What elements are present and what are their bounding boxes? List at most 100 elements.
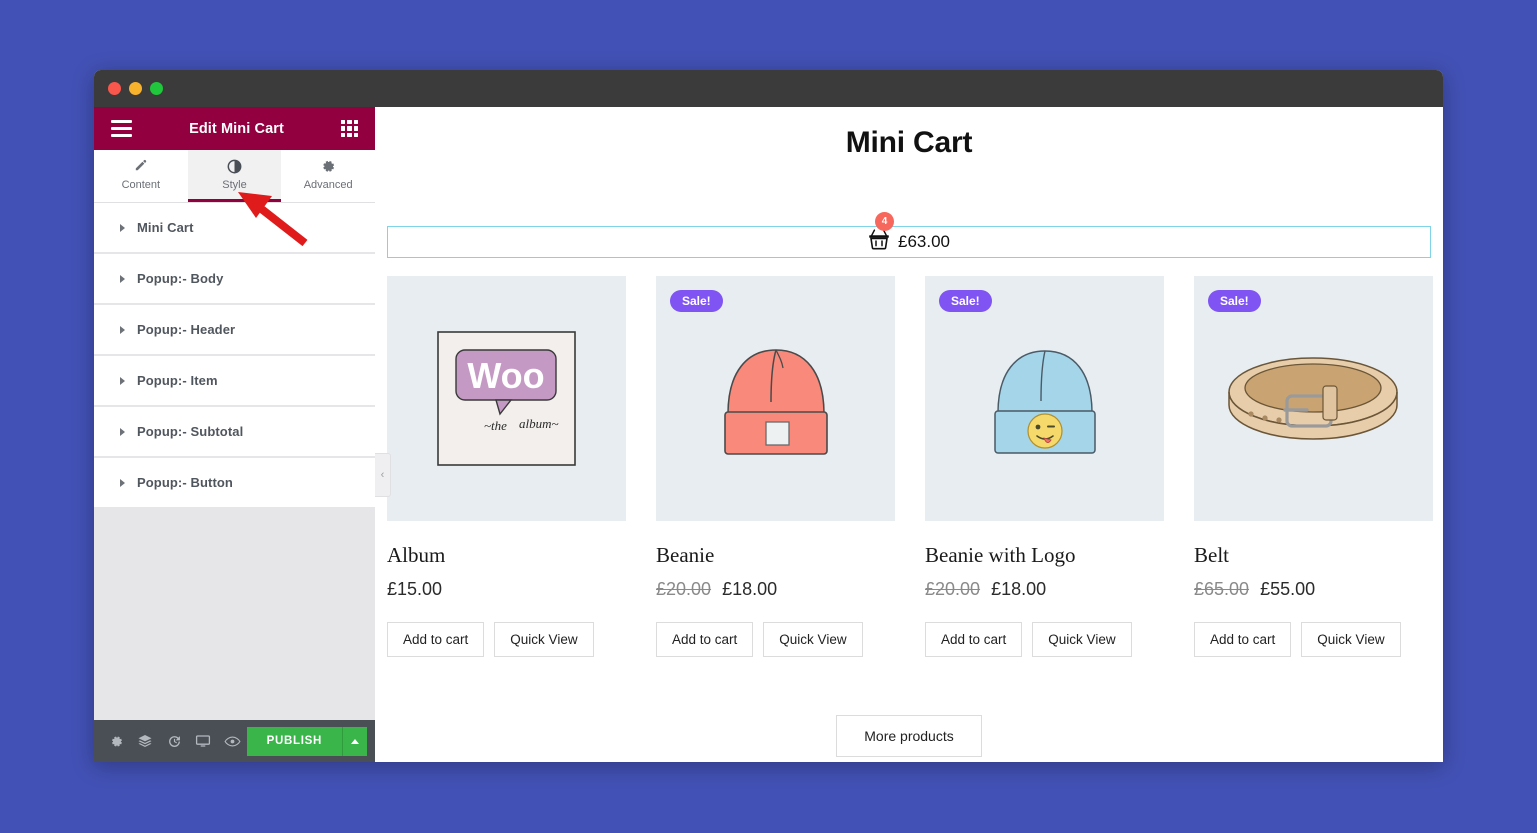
product-image[interactable]: Woo ~the album~ <box>387 276 626 521</box>
section-label: Popup:- Button <box>137 475 233 490</box>
grid-apps-icon[interactable] <box>341 120 358 137</box>
minimize-window-button[interactable] <box>129 82 142 95</box>
section-label: Popup:- Item <box>137 373 218 388</box>
section-popup-body[interactable]: Popup:- Body <box>94 254 375 304</box>
tab-advanced-label: Advanced <box>303 178 353 191</box>
publish-options-chevron-up-icon[interactable] <box>342 726 367 756</box>
section-mini-cart[interactable]: Mini Cart <box>94 203 375 253</box>
chevron-right-icon <box>120 223 125 232</box>
browser-window: Edit Mini Cart Content Style Advanced Mi… <box>94 70 1443 762</box>
cart-count-badge: 4 <box>875 212 894 231</box>
more-products-wrap: More products <box>375 715 1443 757</box>
quick-view-button[interactable]: Quick View <box>1032 622 1132 657</box>
history-icon[interactable] <box>160 720 189 762</box>
sale-badge: Sale! <box>939 290 992 312</box>
product-actions: Add to cart Quick View <box>1194 622 1433 657</box>
product-image[interactable]: Sale! <box>656 276 895 521</box>
product-card: Sale! Beanie £20.00 £18.00 Add to cart Q… <box>656 276 895 657</box>
editor-body: Edit Mini Cart Content Style Advanced Mi… <box>94 107 1443 762</box>
section-popup-item[interactable]: Popup:- Item <box>94 356 375 406</box>
tab-style[interactable]: Style <box>187 150 282 202</box>
maximize-window-button[interactable] <box>150 82 163 95</box>
tab-advanced[interactable]: Advanced <box>281 150 375 202</box>
section-label: Mini Cart <box>137 220 194 235</box>
add-to-cart-button[interactable]: Add to cart <box>1194 622 1292 657</box>
product-grid: Woo ~the album~ Album £15.00 Add to cart… <box>375 276 1443 657</box>
orange-beanie-icon <box>723 349 828 455</box>
price-current: £15.00 <box>387 579 443 599</box>
product-name[interactable]: Album <box>387 543 626 568</box>
product-card: Sale! Beanie with Logo £20.00 £18.00 Add… <box>925 276 1164 657</box>
price-current: £18.00 <box>991 579 1047 599</box>
window-titlebar <box>94 70 1443 107</box>
section-popup-subtotal[interactable]: Popup:- Subtotal <box>94 407 375 457</box>
close-window-button[interactable] <box>108 82 121 95</box>
sale-badge: Sale! <box>1208 290 1261 312</box>
svg-text:album~: album~ <box>519 416 559 431</box>
gear-icon <box>321 159 336 174</box>
price-original: £65.00 <box>1194 579 1250 599</box>
tab-content-label: Content <box>121 178 161 191</box>
responsive-desktop-icon[interactable] <box>189 720 218 762</box>
price-original: £20.00 <box>656 579 712 599</box>
sale-badge: Sale! <box>670 290 723 312</box>
svg-text:~the: ~the <box>484 418 507 433</box>
panel-collapse-handle[interactable]: ‹ <box>375 453 391 497</box>
add-to-cart-button[interactable]: Add to cart <box>925 622 1023 657</box>
preview-eye-icon[interactable] <box>218 720 247 762</box>
product-price: £65.00 £55.00 <box>1194 579 1433 600</box>
section-popup-header[interactable]: Popup:- Header <box>94 305 375 355</box>
mini-cart-widget[interactable]: 4 £63.00 <box>387 212 1431 258</box>
product-image[interactable]: Sale! <box>925 276 1164 521</box>
publish-button[interactable]: PUBLISH <box>246 726 342 756</box>
section-label: Popup:- Subtotal <box>137 424 244 439</box>
chevron-right-icon <box>120 478 125 487</box>
section-label: Popup:- Body <box>137 271 224 286</box>
chevron-right-icon <box>120 376 125 385</box>
quick-view-button[interactable]: Quick View <box>1301 622 1401 657</box>
chevron-right-icon <box>120 325 125 334</box>
product-card: Woo ~the album~ Album £15.00 Add to cart… <box>387 276 626 657</box>
add-to-cart-button[interactable]: Add to cart <box>656 622 754 657</box>
price-original: £20.00 <box>925 579 981 599</box>
add-to-cart-button[interactable]: Add to cart <box>387 622 485 657</box>
product-name[interactable]: Beanie with Logo <box>925 543 1164 568</box>
publish-group: PUBLISH <box>246 726 367 756</box>
page-title: Mini Cart <box>845 126 973 159</box>
mini-cart-inner: 4 £63.00 <box>868 212 950 255</box>
svg-text:Woo: Woo <box>467 355 544 396</box>
product-price: £20.00 £18.00 <box>656 579 895 600</box>
section-popup-button[interactable]: Popup:- Button <box>94 458 375 508</box>
hamburger-icon[interactable] <box>111 120 132 137</box>
half-circle-icon <box>227 159 242 174</box>
blue-beanie-with-emoji-logo-icon <box>993 350 1096 454</box>
panel-tabs: Content Style Advanced <box>94 150 375 203</box>
quick-view-button[interactable]: Quick View <box>494 622 594 657</box>
product-price: £20.00 £18.00 <box>925 579 1164 600</box>
price-current: £18.00 <box>722 579 778 599</box>
tab-content[interactable]: Content <box>94 150 188 202</box>
elementor-panel: Edit Mini Cart Content Style Advanced Mi… <box>94 107 391 762</box>
shopping-basket-icon <box>868 229 890 255</box>
product-actions: Add to cart Quick View <box>387 622 626 657</box>
product-actions: Add to cart Quick View <box>656 622 895 657</box>
product-name[interactable]: Beanie <box>656 543 895 568</box>
style-sections-list: Mini Cart Popup:- Body Popup:- Header Po… <box>94 203 375 720</box>
chevron-right-icon <box>120 427 125 436</box>
editor-canvas: Mini Cart 4 £63.00 Woo ~the album~ Album… <box>375 107 1443 762</box>
gear-icon[interactable] <box>102 720 131 762</box>
panel-footer: PUBLISH <box>94 720 375 762</box>
more-products-button[interactable]: More products <box>836 715 982 757</box>
quick-view-button[interactable]: Quick View <box>763 622 863 657</box>
chevron-right-icon <box>120 274 125 283</box>
chevron-left-icon: ‹ <box>380 469 385 481</box>
panel-header: Edit Mini Cart <box>94 107 375 150</box>
product-name[interactable]: Belt <box>1194 543 1433 568</box>
cart-total-amount: £63.00 <box>898 232 950 251</box>
woo-album-cover-icon: Woo ~the album~ <box>437 331 576 466</box>
product-image[interactable]: Sale! <box>1194 276 1433 521</box>
product-price: £15.00 <box>387 579 626 600</box>
pencil-icon <box>133 159 148 174</box>
layers-icon[interactable] <box>131 720 160 762</box>
section-label: Popup:- Header <box>137 322 236 337</box>
